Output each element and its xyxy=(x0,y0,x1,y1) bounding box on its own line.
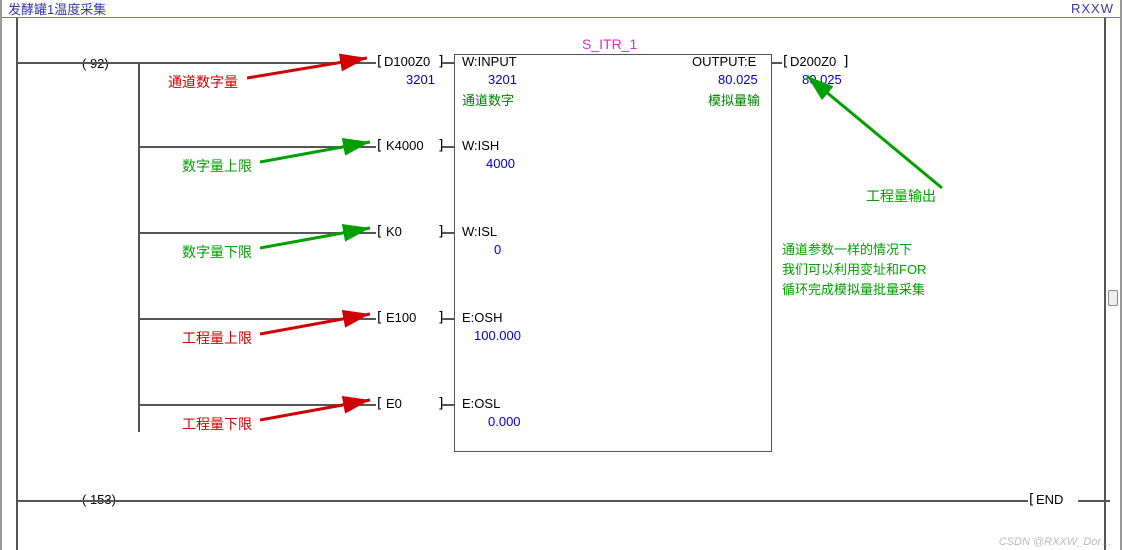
addr-ish: K4000 xyxy=(386,138,424,153)
label-digital-lower: 数字量下限 xyxy=(182,242,252,262)
port-input: W:INPUT xyxy=(462,54,517,69)
port-ish: W:ISH xyxy=(462,138,499,153)
port-isl: W:ISL xyxy=(462,224,497,239)
addr-osl: E0 xyxy=(386,396,402,411)
arrow-red-1 xyxy=(247,48,377,88)
arrow-red-2 xyxy=(260,304,380,342)
addr-output: D200Z0 xyxy=(790,54,836,69)
note-line2: 我们可以利用变址和FOR xyxy=(782,260,926,280)
port-output-note: 模拟量输 xyxy=(708,90,760,109)
author-tag: RXXW xyxy=(1071,1,1114,16)
arrow-green-1 xyxy=(260,132,380,170)
port-osh: E:OSH xyxy=(462,310,502,325)
addr-in1: D100Z0 xyxy=(384,54,430,69)
function-block xyxy=(454,54,772,452)
end-instruction: END xyxy=(1036,492,1063,507)
port-ish-val: 4000 xyxy=(486,156,515,171)
label-eng-upper: 工程量上限 xyxy=(182,328,252,348)
addr-isl: K0 xyxy=(386,224,402,239)
port-output-val: 80.025 xyxy=(718,72,758,87)
left-rail xyxy=(16,18,18,550)
watermark: CSDN @RXXW_Dor… xyxy=(999,536,1112,548)
port-osh-val: 100.000 xyxy=(474,328,521,343)
right-rail xyxy=(1104,18,1106,550)
addr-in1-val: 3201 xyxy=(406,72,435,87)
label-channel-digital: 通道数字量 xyxy=(168,72,238,92)
port-output: OUTPUT:E xyxy=(692,54,756,69)
ladder-canvas: ( 92) ( 153) S_ITR_1 [ D100Z0 ] 3201 W:I… xyxy=(2,18,1120,550)
arrow-red-3 xyxy=(260,390,380,428)
port-input-val: 3201 xyxy=(488,72,517,87)
port-input-note: 通道数字 xyxy=(462,90,514,109)
port-osl-val: 0.000 xyxy=(488,414,521,429)
label-eng-lower: 工程量下限 xyxy=(182,414,252,434)
arrow-green-2 xyxy=(260,218,380,256)
header-bar: 发酵罐1温度采集 RXXW xyxy=(2,0,1120,18)
program-title: 发酵罐1温度采集 xyxy=(8,0,106,18)
note-line3: 循环完成模拟量批量采集 xyxy=(782,280,925,300)
fb-title: S_ITR_1 xyxy=(582,36,637,52)
note-line1: 通道参数一样的情况下 xyxy=(782,240,912,260)
plc-editor-window: 发酵罐1温度采集 RXXW ( 92) ( 153) S_ITR_1 [ D10… xyxy=(0,0,1122,550)
arrow-green-output xyxy=(797,68,957,198)
addr-osh: E100 xyxy=(386,310,416,325)
label-digital-upper: 数字量上限 xyxy=(182,156,252,176)
rung-number-92: ( 92) xyxy=(82,56,109,71)
port-osl: E:OSL xyxy=(462,396,500,411)
port-isl-val: 0 xyxy=(494,242,501,257)
